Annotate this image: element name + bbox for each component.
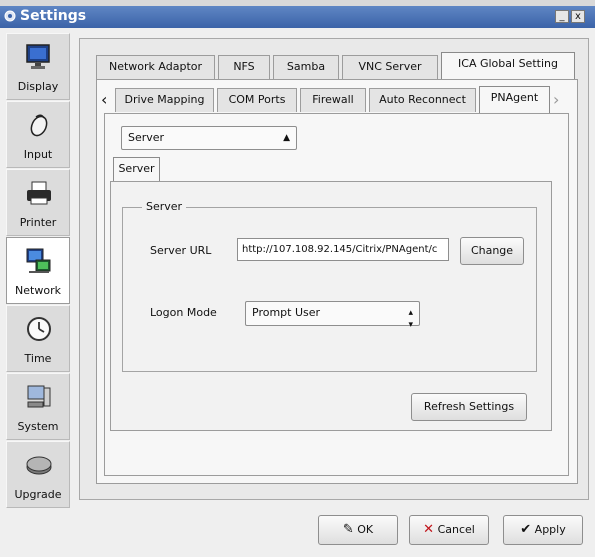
server-url-input[interactable]: http://107.108.92.145/Citrix/PNAgent/c — [237, 238, 449, 261]
sidebar-item-label: Upgrade — [14, 488, 62, 501]
tab-auto-reconnect[interactable]: Auto Reconnect — [369, 88, 476, 112]
refresh-settings-button[interactable]: Refresh Settings — [411, 393, 527, 421]
sidebar-item-label: Display — [17, 80, 59, 93]
apply-check-icon: ✔ — [520, 522, 532, 537]
sidebar-item-upgrade[interactable]: Upgrade — [6, 441, 70, 508]
sidebar-item-input[interactable]: Input — [6, 101, 70, 168]
logon-mode-label: Logon Mode — [150, 306, 217, 319]
tab-network-adaptor[interactable]: Network Adaptor — [96, 55, 215, 79]
sidebar-item-time[interactable]: Time — [6, 305, 70, 372]
logon-mode-select[interactable]: Prompt User ▴ ▾ — [245, 301, 420, 330]
chip-icon — [26, 456, 52, 475]
sidebar-item-label: Printer — [19, 216, 57, 229]
sidebar-item-system[interactable]: System — [6, 373, 70, 440]
sidebar-item-label: Input — [23, 148, 53, 161]
sidebar-item-label: System — [17, 420, 59, 433]
window-title: Settings — [20, 8, 87, 24]
apply-label: Apply — [534, 523, 566, 536]
network-icon — [26, 248, 51, 273]
change-button[interactable]: Change — [460, 237, 524, 265]
ok-button[interactable]: ✎ OK — [318, 515, 398, 545]
sidebar-item-printer[interactable]: Printer — [6, 169, 70, 236]
close-button[interactable]: x — [571, 10, 585, 23]
tabs-scroll-right-button[interactable]: › — [553, 92, 559, 108]
tab-drive-mapping[interactable]: Drive Mapping — [115, 88, 214, 112]
sidebar-item-network[interactable]: Network — [6, 237, 70, 304]
tab-nfs[interactable]: NFS — [218, 55, 270, 79]
minimize-button[interactable]: _ — [555, 10, 569, 23]
tab-ica-global-setting[interactable]: ICA Global Setting — [441, 52, 575, 79]
cancel-button[interactable]: ✕ Cancel — [409, 515, 489, 545]
tab-server[interactable]: Server — [113, 157, 160, 184]
server-url-label: Server URL — [150, 244, 212, 257]
tab-pnagent[interactable]: PNAgent — [479, 86, 550, 113]
tab-com-ports[interactable]: COM Ports — [217, 88, 297, 112]
sidebar-item-label: Time — [24, 352, 52, 365]
system-icon — [27, 385, 51, 408]
settings-gear-icon — [4, 10, 16, 22]
mode-select[interactable]: Server ▲ — [121, 126, 297, 150]
sidebar-item-display[interactable]: Display — [6, 33, 70, 100]
ok-label: OK — [357, 523, 374, 536]
mouse-icon — [30, 114, 48, 137]
mode-select-value: Server — [128, 131, 165, 144]
clock-icon — [27, 317, 51, 341]
select-arrows-icon: ▴ ▾ — [408, 308, 413, 330]
server-groupbox — [122, 207, 537, 372]
ok-icon: ✎ — [342, 522, 354, 537]
display-icon — [26, 44, 50, 69]
cancel-x-icon: ✕ — [423, 522, 435, 537]
cancel-label: Cancel — [437, 523, 475, 536]
tab-samba[interactable]: Samba — [273, 55, 339, 79]
server-group-title: Server — [142, 200, 187, 213]
logon-mode-value: Prompt User — [252, 306, 321, 319]
sidebar-item-label: Network — [15, 284, 61, 297]
printer-icon — [27, 181, 51, 205]
tab-firewall[interactable]: Firewall — [300, 88, 366, 112]
tab-vnc-server[interactable]: VNC Server — [342, 55, 438, 79]
title-bar[interactable]: Settings _ x — [0, 6, 595, 28]
apply-button[interactable]: ✔ Apply — [503, 515, 583, 545]
select-arrows-icon: ▲ — [283, 133, 290, 143]
tabs-scroll-left-button[interactable]: ‹ — [101, 92, 107, 108]
